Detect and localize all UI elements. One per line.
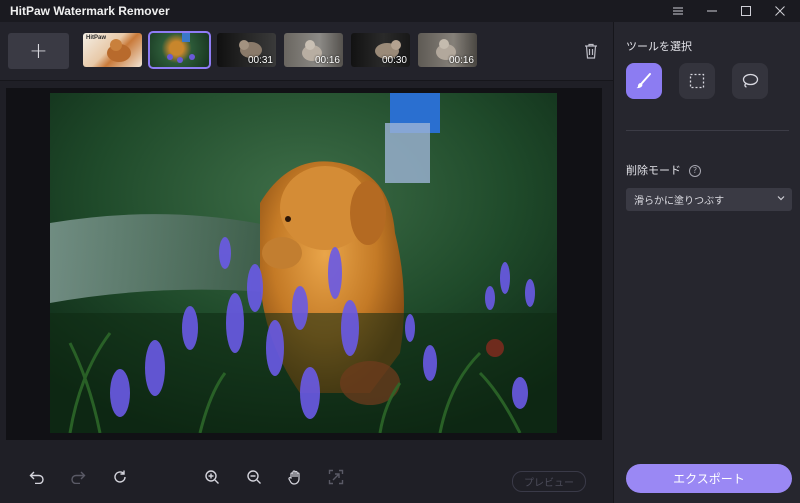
export-button[interactable]: エクスポート [626, 464, 792, 493]
zoom-out-icon[interactable] [242, 465, 266, 489]
hand-icon[interactable] [283, 465, 307, 489]
duration-label: 00:30 [381, 55, 407, 66]
mode-heading: 削除モード? [626, 162, 701, 178]
workspace: + HitPaw 00:31 00:16 00:30 00:16 プレビュー [0, 22, 613, 503]
app-title: HitPaw Watermark Remover [10, 4, 170, 18]
reset-icon[interactable] [108, 465, 132, 489]
right-panel: ツールを選択 削除モード? 滑らかに塗りつぶす エクスポート [613, 22, 800, 503]
brush-icon [636, 73, 651, 89]
close-icon[interactable] [762, 0, 798, 22]
thumbnail-item[interactable]: 00:16 [284, 33, 343, 67]
chevron-down-icon [776, 193, 786, 206]
minimize-icon[interactable] [694, 0, 730, 22]
preview-button[interactable]: プレビュー [512, 471, 586, 492]
thumbnail-item-selected[interactable] [148, 31, 211, 69]
thumbnail-item[interactable]: 00:30 [351, 33, 410, 67]
thumbnail-strip: + HitPaw 00:31 00:16 00:30 00:16 [0, 22, 613, 81]
menu-icon[interactable] [660, 0, 696, 22]
removal-mode-value: 滑らかに塗りつぶす [634, 196, 725, 207]
tools-heading: ツールを選択 [626, 40, 692, 53]
bottom-toolbar: プレビュー [0, 451, 613, 503]
trash-icon[interactable] [581, 40, 601, 62]
thumbnail-item[interactable]: HitPaw [83, 33, 142, 67]
brush-tool-button[interactable] [626, 63, 662, 99]
preview-canvas[interactable] [6, 88, 602, 440]
help-icon[interactable]: ? [689, 164, 701, 177]
title-bar: HitPaw Watermark Remover [0, 0, 800, 22]
duration-label: 00:16 [448, 55, 474, 66]
maximize-icon[interactable] [728, 0, 764, 22]
removal-mode-select[interactable]: 滑らかに塗りつぶす [626, 188, 792, 211]
cat-image [107, 39, 131, 62]
add-file-button[interactable]: + [8, 33, 69, 69]
undo-icon[interactable] [25, 465, 49, 489]
divider [626, 130, 789, 131]
lasso-tool-button[interactable] [732, 63, 768, 99]
rectangle-select-tool-button[interactable] [679, 63, 715, 99]
redo-icon[interactable] [66, 465, 90, 489]
duration-label: 00:31 [247, 55, 273, 66]
dog-in-flowers-image [50, 93, 557, 433]
fit-icon[interactable] [324, 465, 348, 489]
lasso-icon [742, 73, 759, 88]
dog-image [167, 33, 195, 63]
rectangle-select-icon [689, 73, 705, 89]
duration-label: 00:16 [314, 55, 340, 66]
zoom-in-icon[interactable] [200, 465, 224, 489]
thumbnail-item[interactable]: 00:16 [418, 33, 477, 67]
thumbnail-item[interactable]: 00:31 [217, 33, 276, 67]
mode-heading-label: 削除モード [626, 164, 681, 177]
